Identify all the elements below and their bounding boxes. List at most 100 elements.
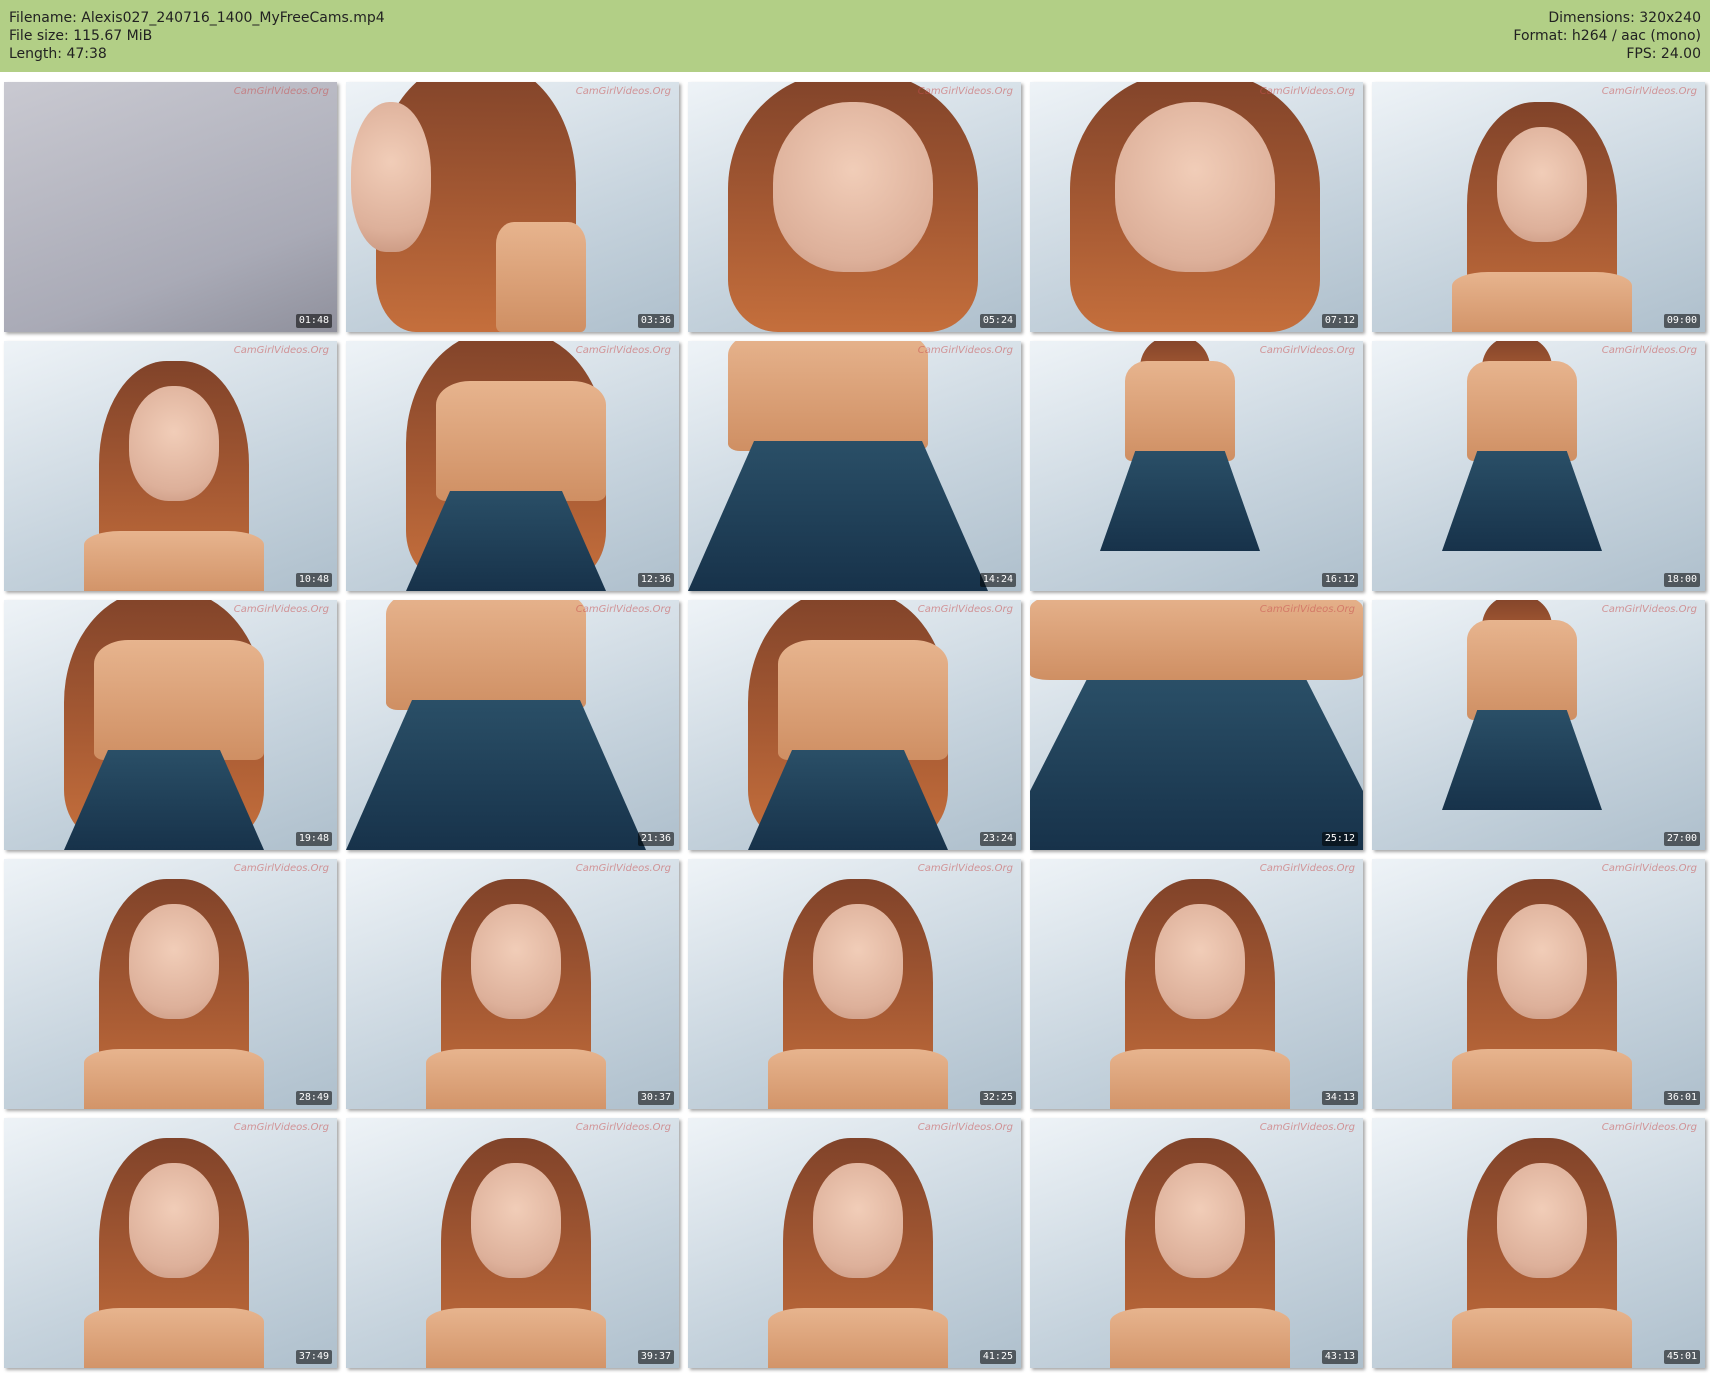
video-thumbnail[interactable]: CamGirlVideos.Org 05:24 xyxy=(688,82,1021,332)
watermark-logo: CamGirlVideos.Org xyxy=(233,345,329,356)
video-thumbnail[interactable]: CamGirlVideos.Org 01:48 xyxy=(4,82,337,332)
figure-top xyxy=(1452,272,1632,332)
file-size-text: File size: 115.67 MiB xyxy=(9,28,153,44)
timestamp-label: 23:24 xyxy=(979,832,1016,846)
figure-face xyxy=(813,904,903,1019)
figure-top xyxy=(436,381,606,501)
timestamp-label: 25:12 xyxy=(1321,832,1358,846)
figure-top xyxy=(1467,620,1577,720)
figure-face xyxy=(129,904,219,1019)
video-thumbnail[interactable]: CamGirlVideos.Org 37:49 xyxy=(4,1118,337,1368)
video-thumbnail[interactable]: CamGirlVideos.Org 28:49 xyxy=(4,859,337,1109)
video-thumbnail[interactable]: CamGirlVideos.Org 43:13 xyxy=(1030,1118,1363,1368)
watermark-logo: CamGirlVideos.Org xyxy=(1601,604,1697,615)
watermark-logo: CamGirlVideos.Org xyxy=(1601,345,1697,356)
figure-top xyxy=(84,1049,264,1109)
watermark-logo: CamGirlVideos.Org xyxy=(1601,86,1697,97)
dimensions-text: Dimensions: 320x240 xyxy=(1548,10,1701,26)
timestamp-label: 18:00 xyxy=(1663,573,1700,587)
meta-left: Filename: Alexis027_240716_1400_MyFreeCa… xyxy=(9,9,385,63)
watermark-logo: CamGirlVideos.Org xyxy=(1259,1122,1355,1133)
figure-top xyxy=(728,341,928,451)
video-thumbnail[interactable]: CamGirlVideos.Org 25:12 xyxy=(1030,600,1363,850)
figure-top xyxy=(84,1308,264,1368)
figure-top xyxy=(426,1308,606,1368)
figure-face xyxy=(471,904,561,1019)
figure-top xyxy=(1110,1049,1290,1109)
timestamp-label: 39:37 xyxy=(637,1350,674,1364)
watermark-logo: CamGirlVideos.Org xyxy=(917,1122,1013,1133)
watermark-logo: CamGirlVideos.Org xyxy=(575,1122,671,1133)
figure-face xyxy=(351,102,431,252)
figure-top xyxy=(1110,1308,1290,1368)
timestamp-label: 03:36 xyxy=(637,314,674,328)
video-thumbnail[interactable]: CamGirlVideos.Org 18:00 xyxy=(1372,341,1705,591)
video-thumbnail[interactable]: CamGirlVideos.Org 09:00 xyxy=(1372,82,1705,332)
watermark-logo: CamGirlVideos.Org xyxy=(1259,86,1355,97)
figure-face xyxy=(129,386,219,501)
timestamp-label: 28:49 xyxy=(295,1091,332,1105)
figure-face xyxy=(1115,102,1275,272)
timestamp-label: 09:00 xyxy=(1663,314,1700,328)
figure-face xyxy=(1155,1163,1245,1278)
timestamp-label: 34:13 xyxy=(1321,1091,1358,1105)
timestamp-label: 19:48 xyxy=(295,832,332,846)
thumbnail-background xyxy=(4,82,337,332)
figure-top xyxy=(1452,1308,1632,1368)
video-thumbnail[interactable]: CamGirlVideos.Org 07:12 xyxy=(1030,82,1363,332)
watermark-logo: CamGirlVideos.Org xyxy=(1259,604,1355,615)
watermark-logo: CamGirlVideos.Org xyxy=(917,86,1013,97)
format-text: Format: h264 / aac (mono) xyxy=(1513,28,1701,44)
timestamp-label: 21:36 xyxy=(637,832,674,846)
video-thumbnail[interactable]: CamGirlVideos.Org 27:00 xyxy=(1372,600,1705,850)
timestamp-label: 12:36 xyxy=(637,573,674,587)
watermark-logo: CamGirlVideos.Org xyxy=(575,863,671,874)
figure-face xyxy=(1497,127,1587,242)
video-thumbnail[interactable]: CamGirlVideos.Org 03:36 xyxy=(346,82,679,332)
info-header: Filename: Alexis027_240716_1400_MyFreeCa… xyxy=(0,0,1710,72)
video-thumbnail[interactable]: CamGirlVideos.Org 30:37 xyxy=(346,859,679,1109)
figure-face xyxy=(471,1163,561,1278)
figure-skirt xyxy=(1030,680,1363,850)
video-thumbnail[interactable]: CamGirlVideos.Org 19:48 xyxy=(4,600,337,850)
figure-top xyxy=(768,1049,948,1109)
figure-face xyxy=(129,1163,219,1278)
video-thumbnail[interactable]: CamGirlVideos.Org 12:36 xyxy=(346,341,679,591)
video-thumbnail[interactable]: CamGirlVideos.Org 23:24 xyxy=(688,600,1021,850)
watermark-logo: CamGirlVideos.Org xyxy=(1601,1122,1697,1133)
filename-text: Filename: Alexis027_240716_1400_MyFreeCa… xyxy=(9,10,385,26)
timestamp-label: 43:13 xyxy=(1321,1350,1358,1364)
video-thumbnail[interactable]: CamGirlVideos.Org 32:25 xyxy=(688,859,1021,1109)
video-thumbnail[interactable]: CamGirlVideos.Org 34:13 xyxy=(1030,859,1363,1109)
timestamp-label: 05:24 xyxy=(979,314,1016,328)
video-thumbnail[interactable]: CamGirlVideos.Org 10:48 xyxy=(4,341,337,591)
watermark-logo: CamGirlVideos.Org xyxy=(233,1122,329,1133)
timestamp-label: 27:00 xyxy=(1663,832,1700,846)
timestamp-label: 30:37 xyxy=(637,1091,674,1105)
figure-top xyxy=(386,600,586,710)
timestamp-label: 41:25 xyxy=(979,1350,1016,1364)
figure-top xyxy=(84,531,264,591)
figure-top xyxy=(1452,1049,1632,1109)
timestamp-label: 36:01 xyxy=(1663,1091,1700,1105)
timestamp-label: 10:48 xyxy=(295,573,332,587)
video-thumbnail[interactable]: CamGirlVideos.Org 45:01 xyxy=(1372,1118,1705,1368)
timestamp-label: 37:49 xyxy=(295,1350,332,1364)
timestamp-label: 45:01 xyxy=(1663,1350,1700,1364)
video-thumbnail[interactable]: CamGirlVideos.Org 41:25 xyxy=(688,1118,1021,1368)
video-thumbnail[interactable]: CamGirlVideos.Org 16:12 xyxy=(1030,341,1363,591)
watermark-logo: CamGirlVideos.Org xyxy=(575,604,671,615)
watermark-logo: CamGirlVideos.Org xyxy=(233,604,329,615)
video-thumbnail[interactable]: CamGirlVideos.Org 21:36 xyxy=(346,600,679,850)
meta-right: Dimensions: 320x240 Format: h264 / aac (… xyxy=(1513,9,1701,63)
video-thumbnail[interactable]: CamGirlVideos.Org 14:24 xyxy=(688,341,1021,591)
video-thumbnail[interactable]: CamGirlVideos.Org 39:37 xyxy=(346,1118,679,1368)
watermark-logo: CamGirlVideos.Org xyxy=(575,86,671,97)
figure-face xyxy=(1497,904,1587,1019)
watermark-logo: CamGirlVideos.Org xyxy=(233,863,329,874)
watermark-logo: CamGirlVideos.Org xyxy=(917,863,1013,874)
figure-top xyxy=(768,1308,948,1368)
video-thumbnail[interactable]: CamGirlVideos.Org 36:01 xyxy=(1372,859,1705,1109)
watermark-logo: CamGirlVideos.Org xyxy=(575,345,671,356)
watermark-logo: CamGirlVideos.Org xyxy=(233,86,329,97)
